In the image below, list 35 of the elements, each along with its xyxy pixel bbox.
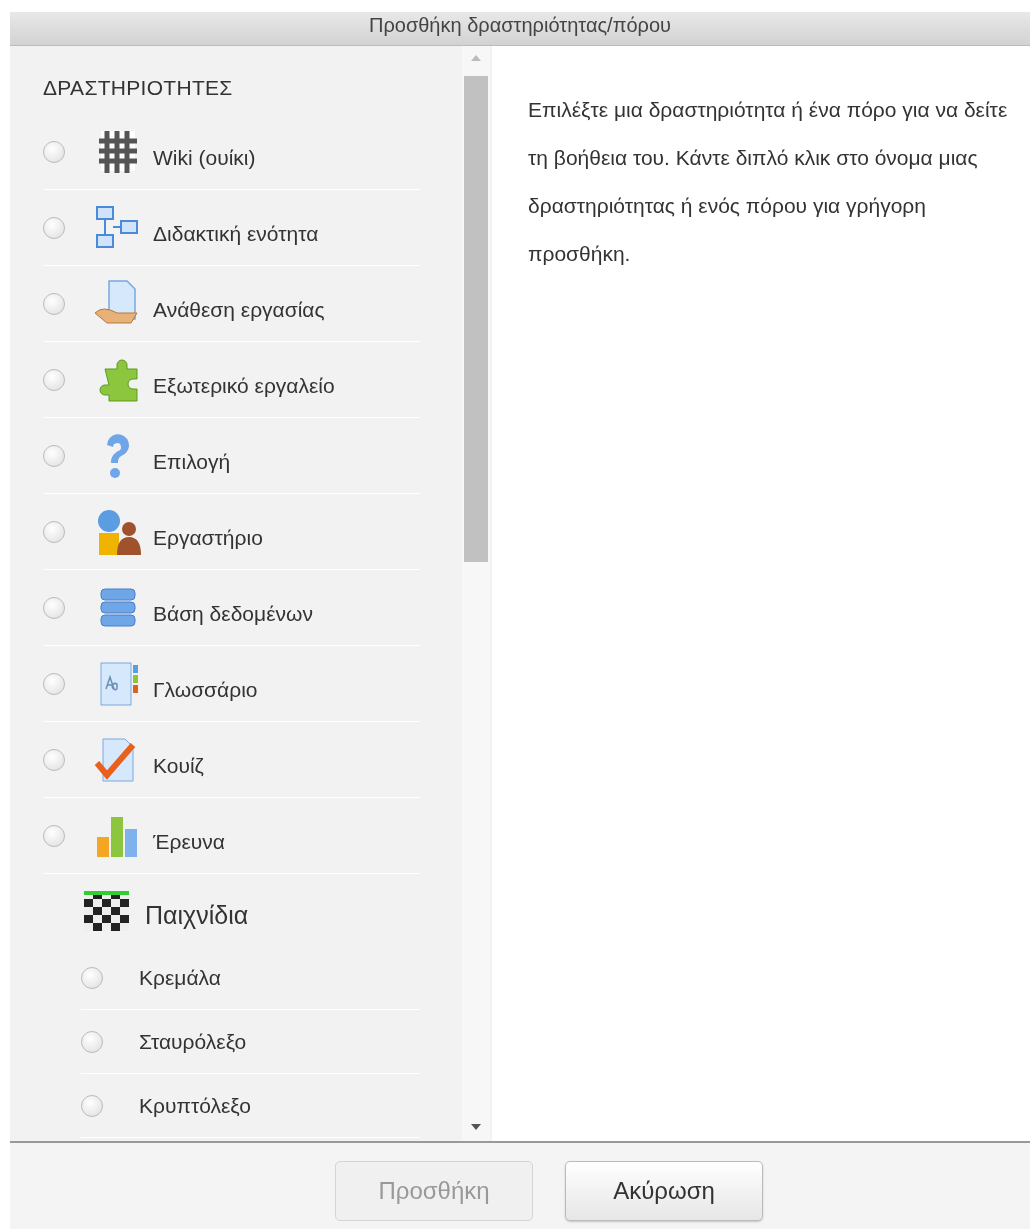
activity-label[interactable]: Διδακτική ενότητα xyxy=(153,209,319,246)
cancel-button[interactable]: Ακύρωση xyxy=(565,1161,763,1221)
scrollbar-thumb[interactable] xyxy=(464,76,488,562)
section-heading: ΔΡΑΣΤΗΡΙΟΤΗΤΕΣ xyxy=(43,76,234,100)
radio-button[interactable] xyxy=(43,824,65,847)
activity-label[interactable]: Εργαστήριο xyxy=(153,513,263,550)
radio-button[interactable] xyxy=(81,1030,103,1053)
radio-button[interactable] xyxy=(43,216,65,239)
radio-button[interactable] xyxy=(43,748,65,771)
scroll-down-icon[interactable] xyxy=(470,1123,482,1131)
radio-button[interactable] xyxy=(43,368,65,391)
dialog-title: Προσθήκη δραστηριότητας/πόρου xyxy=(368,15,672,38)
activity-label[interactable]: Σταυρόλεξο xyxy=(139,1029,247,1054)
radio-button[interactable] xyxy=(43,596,65,619)
scroll-up-icon[interactable] xyxy=(470,54,482,62)
radio-button[interactable] xyxy=(43,520,65,543)
group-label: Παιχνίδια xyxy=(145,899,249,930)
radio-button[interactable] xyxy=(43,292,65,315)
activity-label[interactable]: Επιλογή xyxy=(153,437,231,474)
radio-button[interactable] xyxy=(43,672,65,695)
activity-label[interactable]: Wiki (ουίκι) xyxy=(153,133,256,170)
radio-button[interactable] xyxy=(81,1094,103,1117)
activity-label[interactable]: Έρευνα xyxy=(153,817,225,854)
activity-label[interactable]: Ανάθεση εργασίας xyxy=(153,285,325,322)
activity-label[interactable]: Κουίζ xyxy=(153,741,204,778)
activity-label[interactable]: Κρεμάλα xyxy=(139,965,221,990)
scrollbar[interactable] xyxy=(462,46,490,1141)
radio-button[interactable] xyxy=(43,140,65,163)
radio-button[interactable] xyxy=(43,444,65,467)
radio-button[interactable] xyxy=(81,966,103,989)
activity-label[interactable]: Εξωτερικό εργαλείο xyxy=(153,361,335,398)
activity-label[interactable]: Βάση δεδομένων xyxy=(153,589,313,626)
activity-label[interactable]: Κρυπτόλεξο xyxy=(139,1093,251,1118)
activity-label[interactable]: Γλωσσάριο xyxy=(153,665,258,702)
help-text: Επιλέξτε μια δραστηριότητα ή ένα πόρο για να δείτε τη βοήθεια του. Κάντε διπλό κλικ στο όνομα μιας δραστηριότητας ή ενός πόρου για γρήγορη προσθήκη. xyxy=(528,97,1009,267)
